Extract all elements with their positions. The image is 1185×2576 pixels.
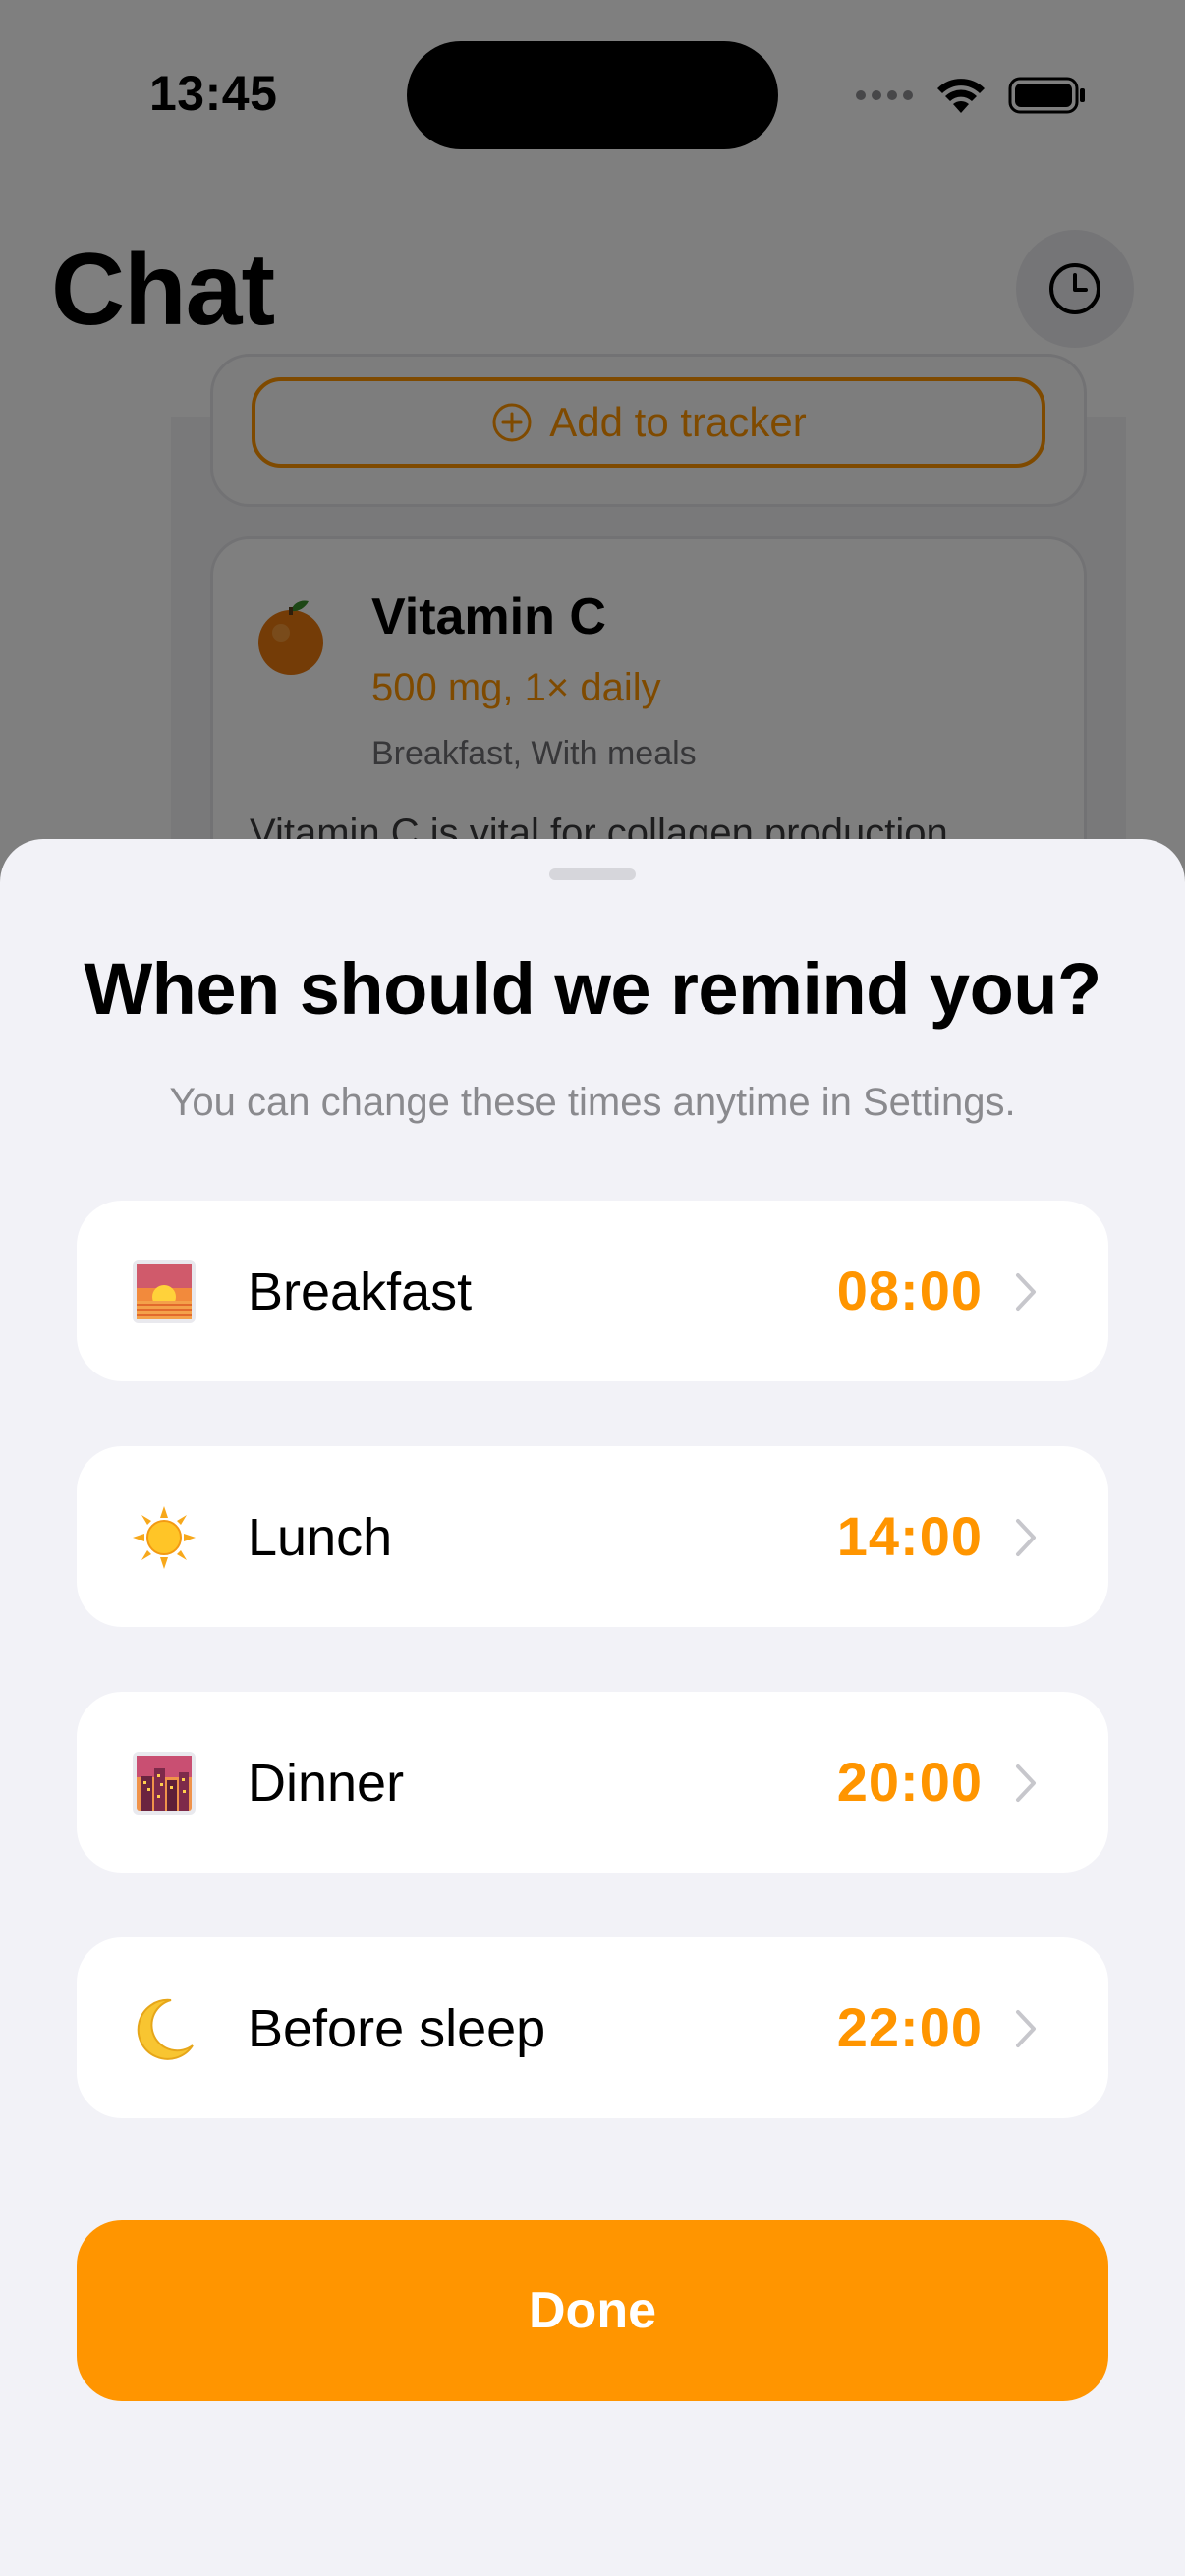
reminder-row-breakfast[interactable]: Breakfast 08:00: [77, 1201, 1108, 1381]
reminder-row-dinner[interactable]: Dinner 20:00: [77, 1692, 1108, 1873]
reminder-label: Breakfast: [248, 1262, 473, 1321]
reminder-time: 08:00: [836, 1260, 983, 1321]
sheet-title: When should we remind you?: [84, 948, 1101, 1030]
chevron-right-icon: [1016, 1273, 1036, 1311]
reminder-label: Before sleep: [248, 1999, 546, 2058]
sheet-subtitle: You can change these times anytime in Se…: [169, 1081, 1016, 1124]
crescent-moon-icon: [137, 1998, 194, 2060]
reminder-time: 22:00: [836, 1996, 983, 2058]
sunrise-icon: [133, 1260, 196, 1323]
sun-icon: [133, 1506, 196, 1569]
sheet-grabber[interactable]: [549, 868, 636, 880]
reminder-row-lunch[interactable]: Lunch 14:00: [77, 1446, 1108, 1627]
reminder-label: Lunch: [248, 1508, 393, 1567]
done-button[interactable]: Done: [77, 2220, 1108, 2401]
chevron-right-icon: [1016, 2010, 1036, 2047]
city-dusk-icon: [133, 1752, 196, 1815]
reminder-label: Dinner: [248, 1754, 405, 1813]
reminder-row-before-sleep[interactable]: Before sleep 22:00: [77, 1937, 1108, 2118]
reminder-time: 20:00: [836, 1751, 983, 1813]
chevron-right-icon: [1016, 1764, 1036, 1802]
chevron-right-icon: [1016, 1519, 1036, 1556]
reminder-sheet: When should we remind you? You can chang…: [0, 839, 1185, 2576]
reminder-time: 14:00: [836, 1505, 983, 1567]
